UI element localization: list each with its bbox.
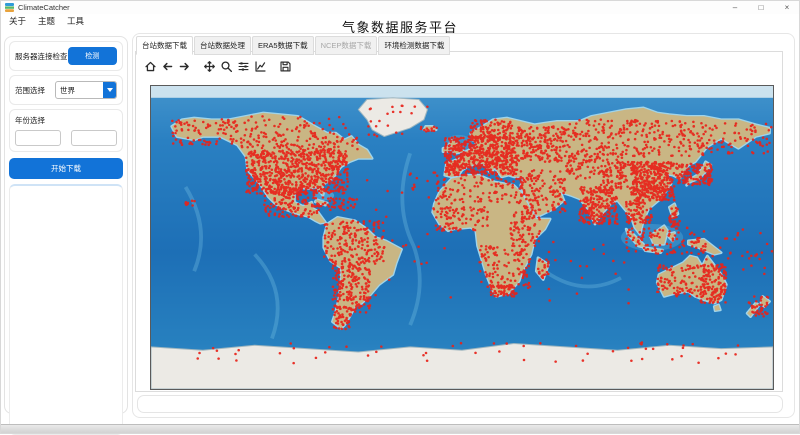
year-select-label: 年份选择 — [15, 115, 117, 126]
server-check-label: 服务器连接检查 — [15, 51, 68, 62]
menu-bar: 关于 主题 工具 — [4, 14, 89, 27]
magnifier-icon — [220, 60, 233, 73]
pan-button[interactable] — [201, 58, 218, 75]
sidebar-log-panel — [9, 184, 123, 435]
line-chart-icon — [254, 60, 267, 73]
edit-axes-button[interactable] — [252, 58, 269, 75]
forward-arrow-icon — [178, 60, 191, 73]
year-input-row — [15, 130, 117, 146]
home-button[interactable] — [142, 58, 159, 75]
app-logo-icon — [5, 3, 14, 12]
close-button[interactable]: × — [774, 0, 800, 14]
configure-subplots-button[interactable] — [235, 58, 252, 75]
range-selected-value: 世界 — [56, 82, 103, 98]
pan-icon — [203, 60, 216, 73]
bottom-strip — [0, 424, 800, 434]
tab-station-processing[interactable]: 台站数据处理 — [194, 36, 251, 55]
range-select-group: 范围选择 世界 — [9, 75, 123, 105]
tab-ncep-download: NCEP数据下载 — [315, 36, 378, 55]
tab-bar: 台站数据下载 台站数据处理 ERA5数据下载 NCEP数据下载 环境检测数据下载 — [136, 36, 451, 55]
tab-era5-download[interactable]: ERA5数据下载 — [252, 36, 314, 55]
maximize-button[interactable]: □ — [748, 0, 774, 14]
year-start-input[interactable] — [15, 130, 61, 146]
menu-item-theme[interactable]: 主题 — [33, 14, 60, 28]
back-button[interactable] — [159, 58, 176, 75]
map-canvas — [151, 86, 773, 389]
window-controls: – □ × — [722, 0, 800, 14]
tab-env-monitor-download[interactable]: 环境检测数据下载 — [378, 36, 450, 55]
zoom-rect-button[interactable] — [218, 58, 235, 75]
server-check-group: 服务器连接检查 检测 — [9, 41, 123, 71]
home-icon — [144, 60, 157, 73]
year-end-input[interactable] — [71, 130, 117, 146]
map-toolbar — [142, 57, 294, 75]
range-select-dropdown[interactable]: 世界 — [55, 81, 117, 99]
save-button[interactable] — [277, 58, 294, 75]
range-select-label: 范围选择 — [15, 85, 45, 96]
sidebar: 服务器连接检查 检测 范围选择 世界 年份选择 开始下载 — [4, 36, 128, 414]
back-arrow-icon — [161, 60, 174, 73]
start-download-button[interactable]: 开始下载 — [9, 158, 123, 179]
dropdown-arrow-button[interactable] — [103, 82, 116, 98]
window-title: ClimateCatcher — [18, 3, 70, 12]
status-panel — [137, 395, 783, 413]
menu-item-about[interactable]: 关于 — [4, 14, 31, 28]
minimize-button[interactable]: – — [722, 0, 748, 14]
floppy-disk-icon — [279, 60, 292, 73]
server-check-button[interactable]: 检测 — [68, 47, 118, 65]
sliders-icon — [237, 60, 250, 73]
title-bar: ClimateCatcher – □ × — [0, 0, 800, 14]
world-station-map[interactable] — [150, 85, 774, 390]
year-select-group: 年份选择 — [9, 109, 123, 152]
forward-button[interactable] — [176, 58, 193, 75]
tab-station-download[interactable]: 台站数据下载 — [136, 36, 193, 55]
menu-item-tools[interactable]: 工具 — [62, 14, 89, 28]
chevron-down-icon — [107, 88, 113, 92]
